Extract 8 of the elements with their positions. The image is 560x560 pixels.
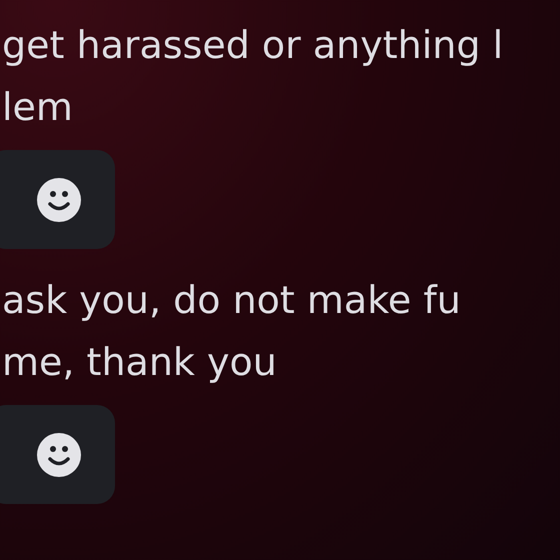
smiley-icon xyxy=(36,432,82,478)
message-text: ask you, do not make fu xyxy=(1,277,462,324)
message-text: lem xyxy=(1,84,74,131)
smiley-icon xyxy=(36,176,82,222)
add-reaction-button[interactable] xyxy=(0,150,115,249)
message-text: get harassed or anything l xyxy=(1,22,504,69)
message-text: me, thank you xyxy=(1,339,278,386)
add-reaction-button[interactable] xyxy=(0,405,115,504)
